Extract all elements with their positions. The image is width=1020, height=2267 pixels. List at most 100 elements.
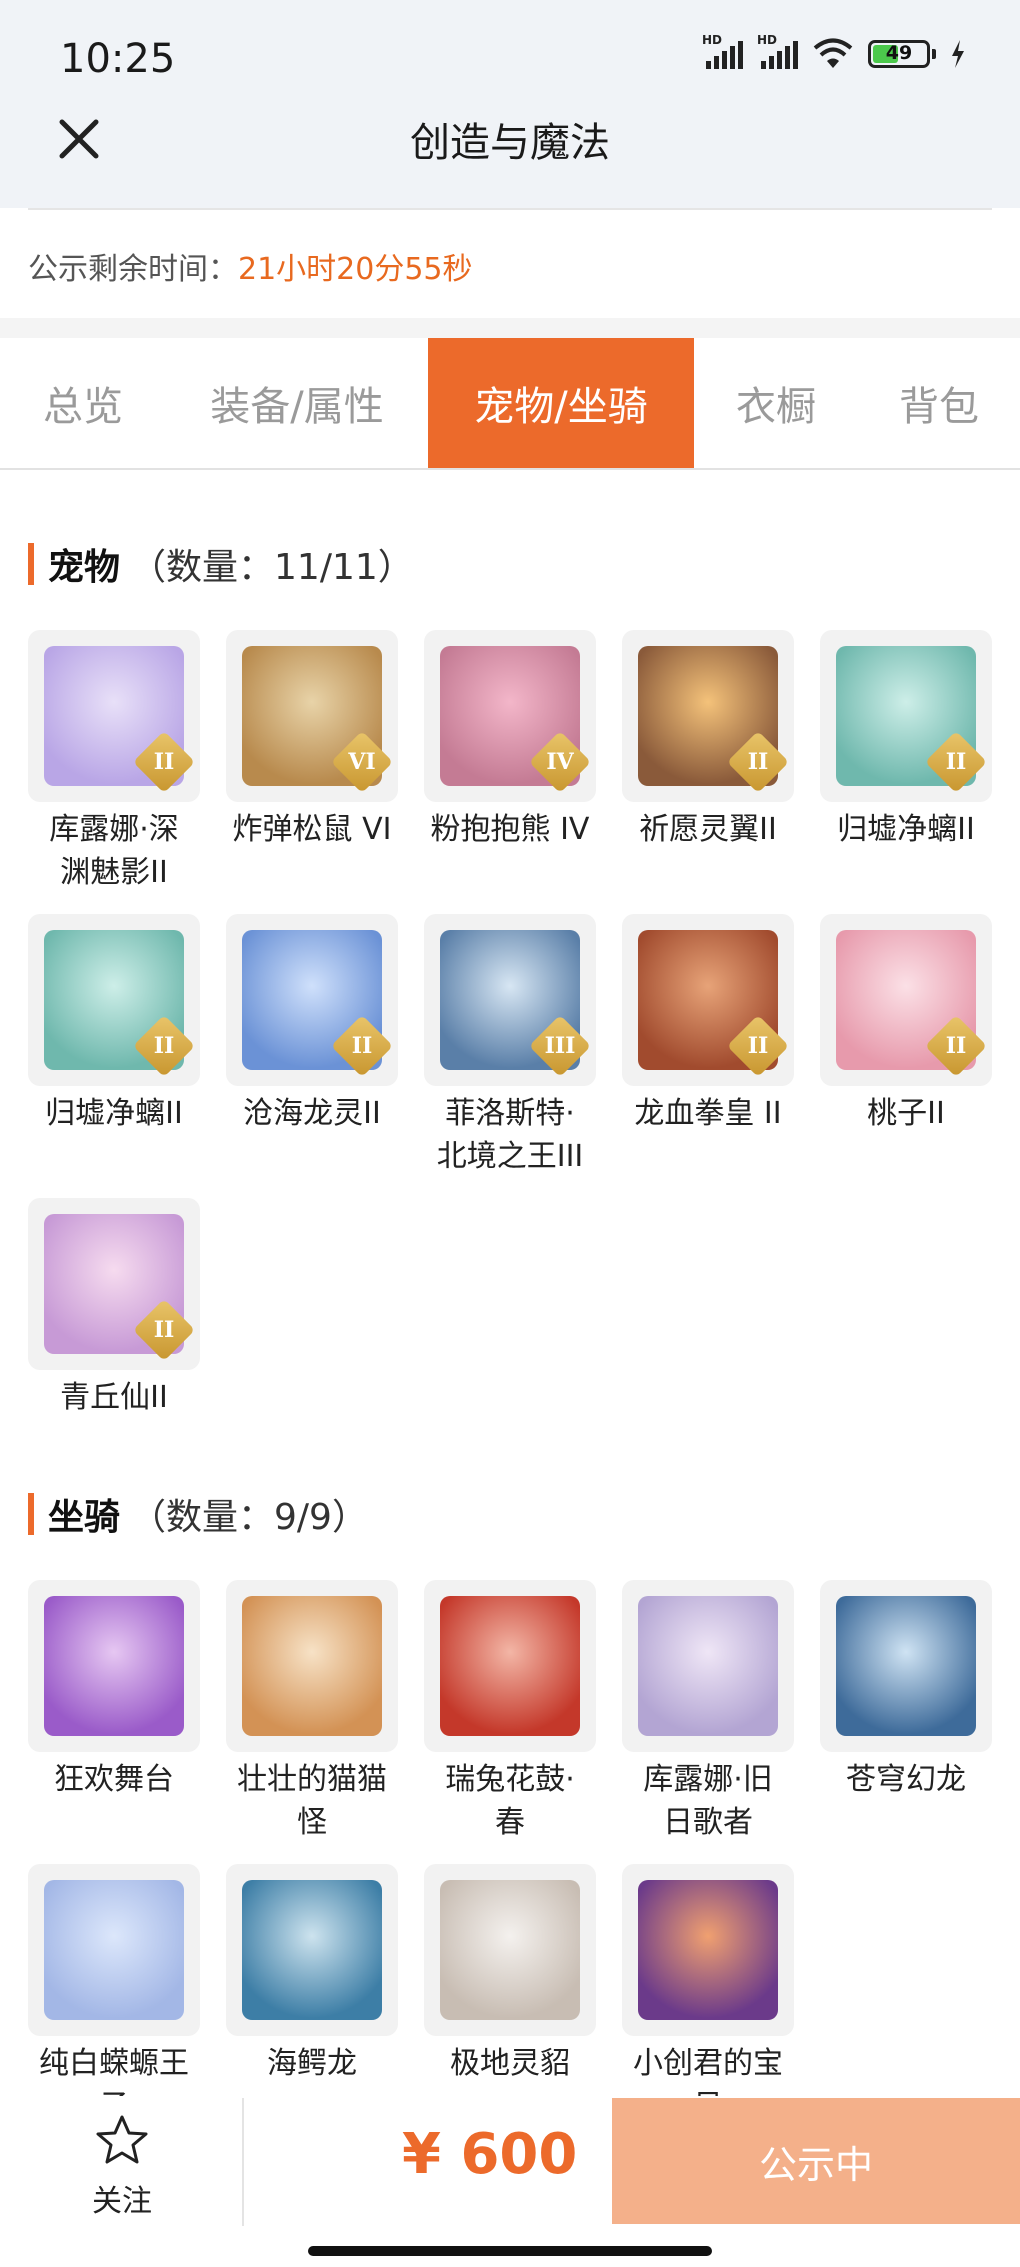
mounts-card[interactable]: 瑞兔花鼓· 春 <box>424 1580 596 1844</box>
rank-badge-label: II <box>153 1033 175 1059</box>
pets-name-line1: 炸弹松鼠 VI <box>232 812 392 847</box>
mounts-image <box>242 1596 382 1736</box>
mounts-name: 狂欢舞台 <box>28 1758 200 1801</box>
mounts-image <box>242 1880 382 2020</box>
page-title: 创造与魔法 <box>410 120 610 166</box>
pets-name-line1: 桃子II <box>867 1096 945 1131</box>
mounts-card[interactable]: 海鳄龙 <box>226 1864 398 2085</box>
mounts-thumbnail <box>820 1580 992 1752</box>
mounts-name: 瑞兔花鼓· 春 <box>424 1758 596 1844</box>
mounts-thumbnail <box>28 1580 200 1752</box>
charging-bolt-icon <box>952 40 964 68</box>
status-icons: HD HD 49 <box>702 33 966 70</box>
mounts-card[interactable]: 苍穹幻龙 <box>820 1580 992 1801</box>
hd-label: HD <box>702 33 723 47</box>
tab-pets-mounts[interactable]: 宠物/坐骑 <box>428 338 694 468</box>
mounts-card[interactable]: 狂欢舞台 <box>28 1580 200 1801</box>
pets-thumbnail: VI <box>226 630 398 802</box>
mounts-card[interactable]: 纯白蝾螈王子 <box>28 1864 200 2128</box>
pets-card[interactable]: II 库露娜·深 渊魅影II <box>28 630 200 894</box>
mounts-image <box>440 1596 580 1736</box>
mounts-thumbnail <box>226 1580 398 1752</box>
bottom-divider <box>242 2098 244 2226</box>
pets-name: 龙血拳皇 II <box>622 1092 794 1135</box>
home-indicator <box>308 2246 712 2256</box>
pets-card[interactable]: VI 炸弹松鼠 VI <box>226 630 398 851</box>
header-divider <box>28 208 992 210</box>
mounts-thumbnail <box>424 1864 596 2036</box>
section-divider <box>0 318 1020 338</box>
pets-card[interactable]: III 菲洛斯特· 北境之王III <box>424 914 596 1178</box>
public-status-button[interactable]: 公示中 <box>612 2098 1020 2224</box>
mounts-thumbnail <box>28 1864 200 2036</box>
mounts-card[interactable]: 小创君的宝贝 <box>622 1864 794 2128</box>
rank-badge-label: II <box>351 1033 373 1059</box>
pets-name: 库露娜·深 渊魅影II <box>28 808 200 894</box>
mounts-name: 苍穹幻龙 <box>820 1758 992 1801</box>
pets-name: 归墟净螭II <box>820 808 992 851</box>
pets-card[interactable]: IV 粉抱抱熊 IV <box>424 630 596 851</box>
pets-name: 菲洛斯特· 北境之王III <box>424 1092 596 1178</box>
pets-count: （数量：11/11） <box>130 547 414 588</box>
mounts-name-line1: 海鳄龙 <box>267 2046 357 2081</box>
mounts-thumbnail <box>424 1580 596 1752</box>
wifi-icon <box>813 38 853 68</box>
price: ¥ 600 <box>402 2122 578 2187</box>
pets-thumbnail: II <box>28 630 200 802</box>
pets-card[interactable]: II 沧海龙灵II <box>226 914 398 1135</box>
pets-thumbnail: II <box>820 914 992 1086</box>
pets-thumbnail: II <box>622 630 794 802</box>
pets-card[interactable]: II 桃子II <box>820 914 992 1135</box>
tab-bag[interactable]: 背包 <box>858 338 1020 468</box>
pets-thumbnail: II <box>226 914 398 1086</box>
pets-name-line1: 沧海龙灵II <box>243 1096 381 1131</box>
pets-name: 炸弹松鼠 VI <box>226 808 398 851</box>
mounts-card[interactable]: 壮壮的猫猫怪 <box>226 1580 398 1844</box>
mounts-name: 壮壮的猫猫怪 <box>226 1758 398 1844</box>
mounts-name-line1: 苍穹幻龙 <box>846 1762 966 1797</box>
pets-card[interactable]: II 青丘仙II <box>28 1198 200 1419</box>
pets-card[interactable]: II 龙血拳皇 II <box>622 914 794 1135</box>
tab-overview[interactable]: 总览 <box>0 338 166 468</box>
tab-wardrobe[interactable]: 衣橱 <box>694 338 858 468</box>
mounts-card[interactable]: 库露娜·旧 日歌者 <box>622 1580 794 1844</box>
mounts-name-line1: 库露娜·旧 <box>643 1762 773 1797</box>
mounts-image <box>44 1880 184 2020</box>
mounts-image <box>638 1880 778 2020</box>
mounts-section-header: 坐骑 （数量：9/9） <box>28 1488 368 1540</box>
pets-name-line1: 归墟净螭II <box>45 1096 183 1131</box>
countdown-row: 公示剩余时间：21小时20分55秒 <box>28 244 473 288</box>
mounts-thumbnail <box>622 1580 794 1752</box>
mounts-name: 海鳄龙 <box>226 2042 398 2085</box>
mounts-name-line1: 小创君的宝 <box>633 2046 783 2081</box>
tab-equipment[interactable]: 装备/属性 <box>166 338 428 468</box>
mounts-thumbnail <box>226 1864 398 2036</box>
top-bar <box>0 0 1020 208</box>
pets-name-line1: 归墟净螭II <box>837 812 975 847</box>
pets-section-header: 宠物 （数量：11/11） <box>28 538 414 590</box>
pets-name: 桃子II <box>820 1092 992 1135</box>
follow-button[interactable]: 关注 <box>70 2114 174 2220</box>
pets-title: 宠物 <box>48 547 121 588</box>
pets-thumbnail: II <box>820 630 992 802</box>
pets-card[interactable]: II 归墟净螭II <box>820 630 992 851</box>
mounts-count: （数量：9/9） <box>130 1497 368 1538</box>
star-icon <box>96 2115 148 2164</box>
rank-badge-label: II <box>153 749 175 775</box>
battery-icon: 49 <box>868 40 936 68</box>
battery-level: 49 <box>885 42 913 64</box>
pets-name-line2: 北境之王III <box>436 1139 584 1174</box>
tab-bar: 总览 装备/属性 宠物/坐骑 衣橱 背包 <box>0 338 1020 470</box>
pets-card[interactable]: II 归墟净螭II <box>28 914 200 1135</box>
countdown-label: 公示剩余时间： <box>28 252 238 287</box>
mounts-name-line2: 怪 <box>297 1805 327 1840</box>
rank-badge-label: II <box>945 749 967 775</box>
pets-name: 沧海龙灵II <box>226 1092 398 1135</box>
mounts-title: 坐骑 <box>48 1497 121 1538</box>
pets-thumbnail: II <box>28 1198 200 1370</box>
pets-card[interactable]: II 祈愿灵翼II <box>622 630 794 851</box>
section-accent <box>28 543 34 585</box>
mounts-card[interactable]: 极地灵貂 <box>424 1864 596 2085</box>
mounts-name-line1: 极地灵貂 <box>450 2046 570 2081</box>
hd-label-2: HD <box>757 33 778 47</box>
